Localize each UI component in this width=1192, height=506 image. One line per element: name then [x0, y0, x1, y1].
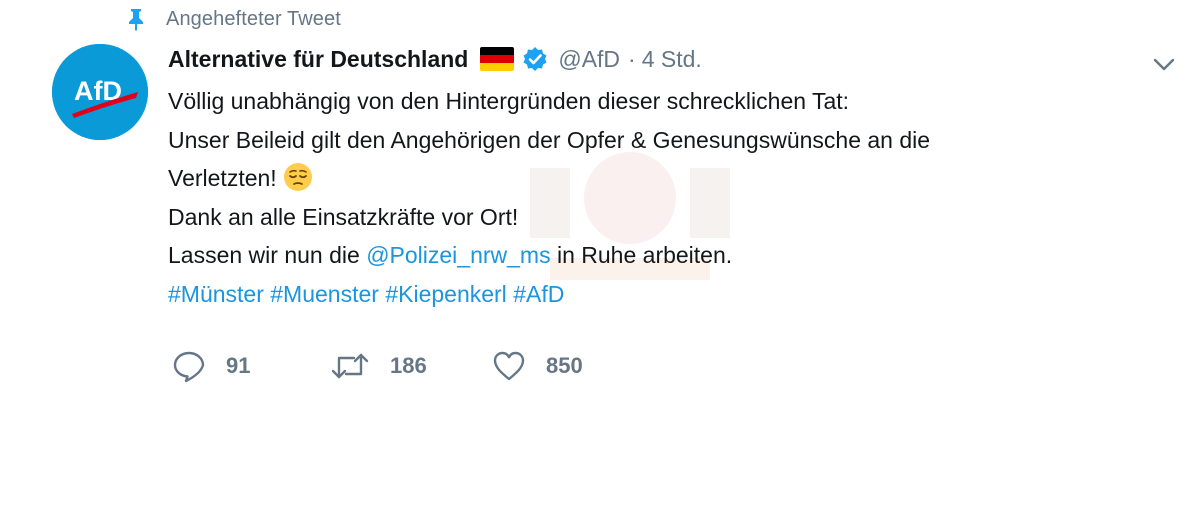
germany-flag-icon — [480, 47, 515, 71]
hashtag-link[interactable]: #Kiepenkerl — [385, 281, 506, 307]
pinned-tweet[interactable]: Angehefteter Tweet AfD Alternative für D… — [0, 0, 1192, 506]
tweet-text: Völlig unabhängig von den Hintergründen … — [168, 82, 1148, 313]
tweet-actions: 91 186 850 — [172, 346, 622, 386]
tweet-text-segment: Lassen wir nun die — [168, 242, 367, 268]
tweet-timestamp[interactable]: 4 Std. — [642, 46, 702, 73]
like-count: 850 — [546, 353, 583, 378]
reply-icon — [172, 349, 206, 383]
retweet-icon — [330, 349, 370, 383]
tweet-header: Alternative für Deutschland @AfD · 4 Std… — [168, 42, 702, 76]
reply-count: 91 — [226, 353, 251, 378]
tweet-text-line: Unser Beileid gilt den Angehörigen der O… — [168, 126, 931, 153]
hashtag-link[interactable]: #AfD — [513, 281, 564, 307]
hashtag-line: #Münster #Muenster #Kiepenkerl #AfD — [168, 275, 1148, 314]
author-name[interactable]: Alternative für Deutschland — [168, 46, 468, 73]
retweet-count: 186 — [390, 353, 427, 378]
tweet-text-line: Verletzten! — [168, 159, 1148, 198]
reply-button[interactable]: 91 — [172, 349, 330, 383]
retweet-button[interactable]: 186 — [330, 349, 492, 383]
pinned-label: Angehefteter Tweet — [166, 7, 341, 30]
separator-dot: · — [628, 45, 636, 72]
tweet-text-line: Dank an alle Einsatzkräfte vor Ort! — [168, 203, 519, 230]
tweet-text-segment: Verletzten! — [168, 165, 277, 191]
pensive-face-emoji — [283, 162, 313, 192]
tweet-text-line: Völlig unabhängig von den Hintergründen … — [168, 88, 850, 114]
hashtag-link[interactable]: #Muenster — [270, 281, 379, 307]
avatar[interactable]: AfD — [52, 44, 148, 140]
tweet-text-segment: in Ruhe arbeiten. — [550, 242, 733, 268]
pin-icon — [124, 7, 148, 31]
like-button[interactable]: 850 — [492, 349, 622, 383]
hashtag-link[interactable]: #Münster — [168, 281, 264, 307]
chevron-down-icon[interactable] — [1150, 50, 1178, 78]
verified-badge-icon — [522, 46, 548, 72]
tweet-text-line: Lassen wir nun die @Polizei_nrw_ms in Ru… — [168, 236, 1148, 275]
mention-link[interactable]: @Polizei_nrw_ms — [366, 242, 550, 268]
pinned-indicator: Angehefteter Tweet — [124, 6, 341, 32]
author-handle[interactable]: @AfD — [558, 46, 620, 73]
heart-icon — [492, 349, 526, 383]
